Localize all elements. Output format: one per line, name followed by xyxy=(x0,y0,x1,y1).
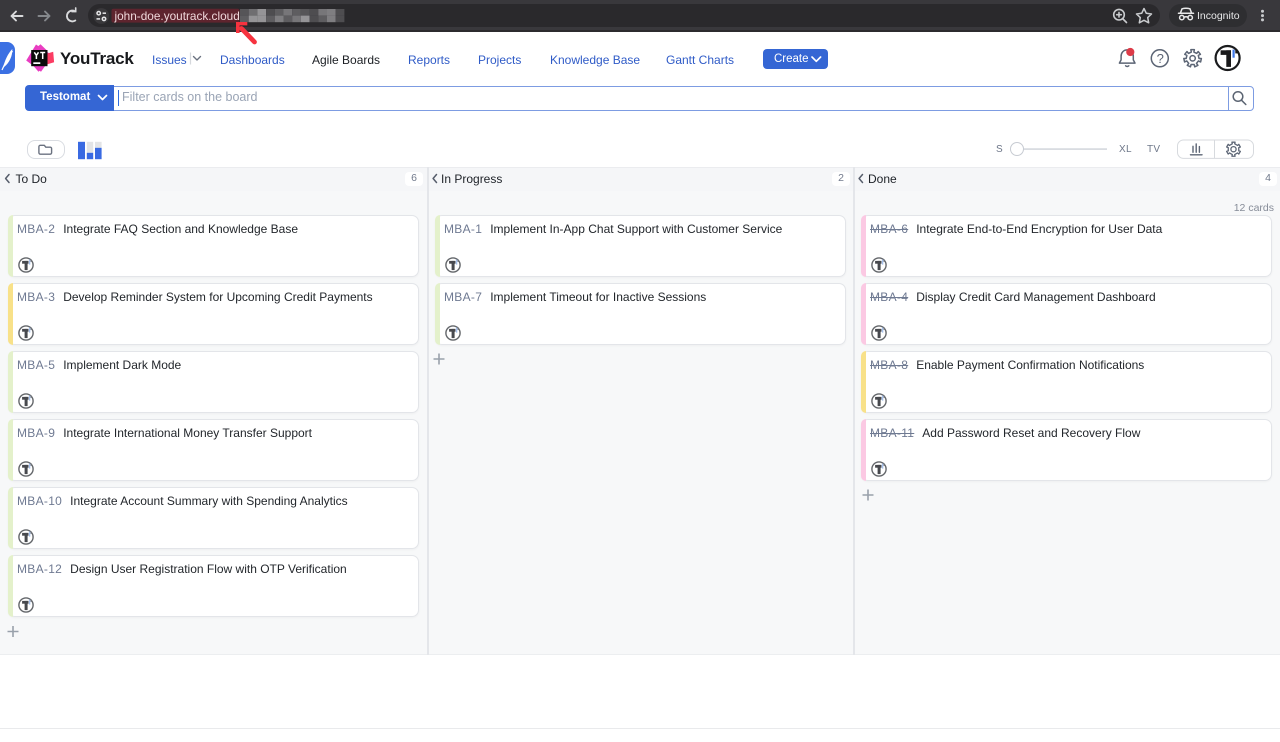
svg-text:john-doe.youtrack.cloud: john-doe.youtrack.cloud xyxy=(114,9,240,23)
svg-text:?: ? xyxy=(1157,51,1164,66)
